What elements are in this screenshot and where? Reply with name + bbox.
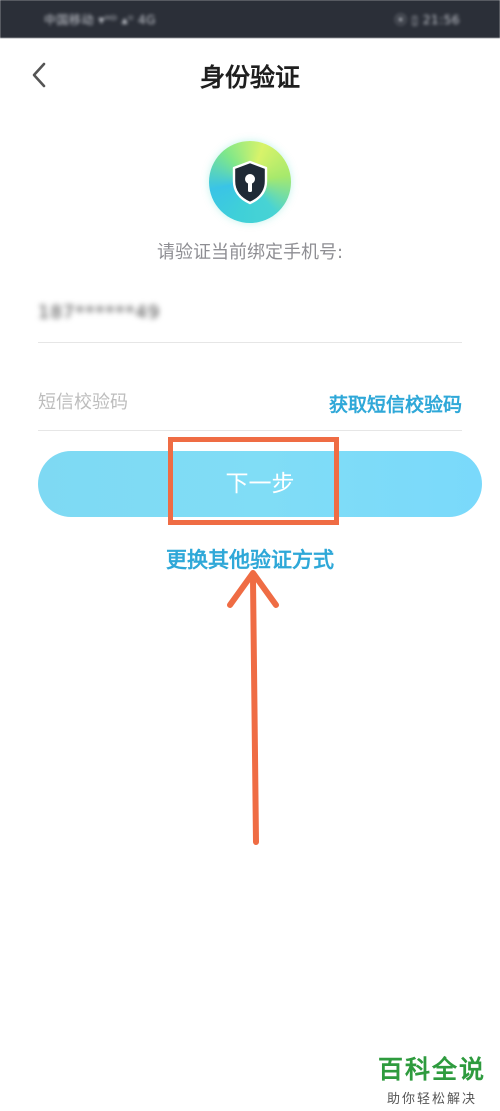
watermark-subtitle: 助你轻松解决: [386, 1092, 477, 1107]
watermark-title: 百科全说: [377, 1055, 486, 1084]
status-clock: ⦿ ▯ 21:56: [394, 13, 460, 27]
sms-code-input[interactable]: [38, 384, 298, 420]
verify-prompt: 请验证当前绑定手机号:: [156, 242, 344, 263]
switch-verification-method-link[interactable]: 更换其他验证方式: [0, 544, 500, 574]
get-sms-code-button[interactable]: 获取短信校验码: [329, 390, 462, 417]
next-step-button[interactable]: 下一步: [38, 451, 482, 517]
status-bar: 中国移动 ▾ᴴᴰ ▴ᴵᴵ 4G ⦿ ▯ 21:56: [0, 0, 500, 38]
divider: [38, 342, 462, 343]
status-carrier: 中国移动 ▾ᴴᴰ ▴ᴵᴵ 4G: [44, 13, 156, 27]
page-title: 身份验证: [199, 63, 300, 92]
shield-keyhole-icon: [209, 141, 291, 223]
divider: [38, 430, 462, 431]
phone-number-value: 187******49: [38, 302, 161, 323]
watermark-logo: 百科全说 助你轻松解决: [378, 1050, 486, 1107]
